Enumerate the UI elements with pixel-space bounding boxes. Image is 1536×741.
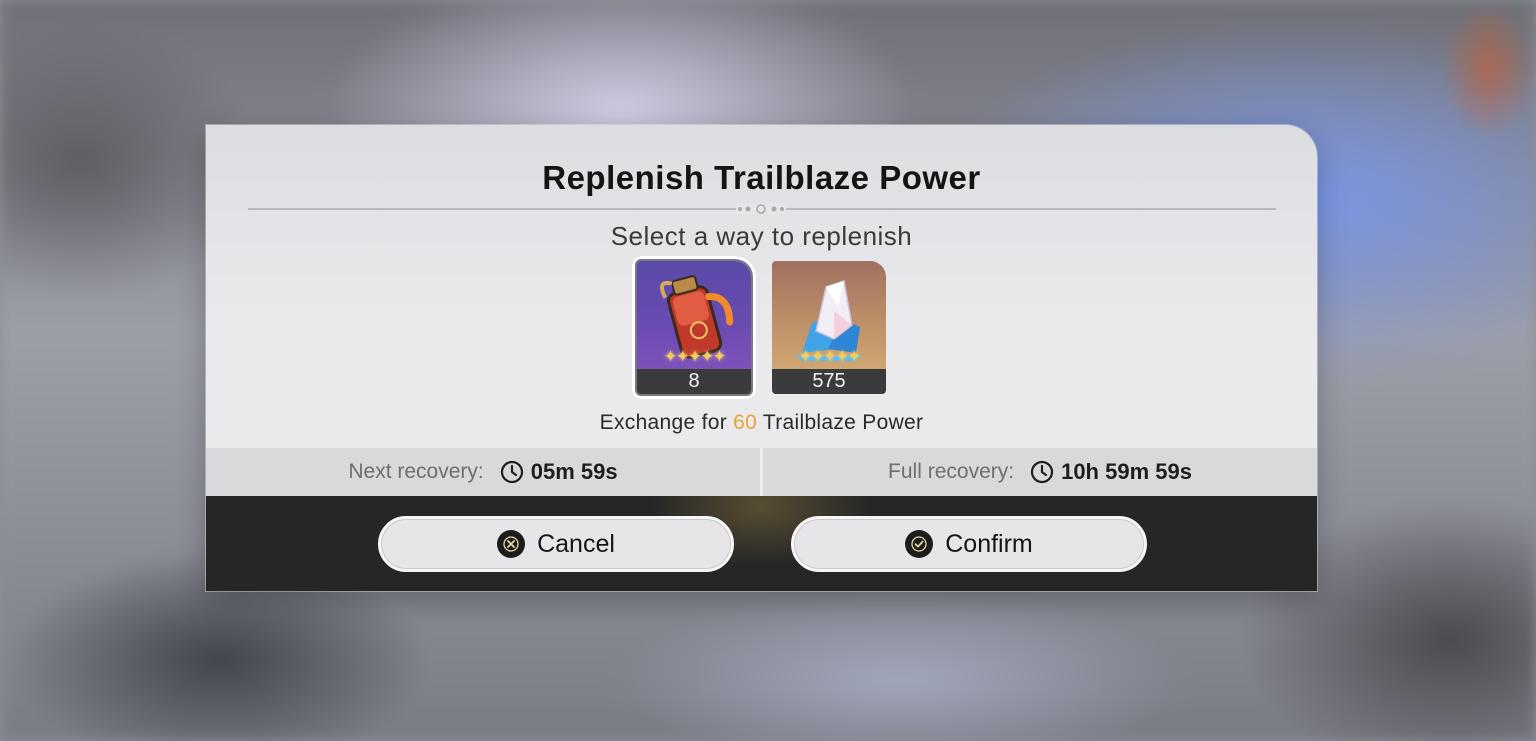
check-icon	[905, 530, 934, 558]
clock-icon	[500, 460, 523, 484]
confirm-label: Confirm	[945, 529, 1033, 558]
next-recovery: Next recovery: 05m 59s	[206, 448, 760, 496]
exchange-text: Exchange for 60 Trailblaze Power	[206, 411, 1317, 435]
exchange-amount: 60	[733, 411, 758, 434]
dialog-footer: Cancel Confirm	[206, 496, 1317, 591]
recovery-strip: Next recovery: 05m 59s Full recovery: 10…	[206, 448, 1317, 496]
item-fuel[interactable]: ✦✦✦✦✦ 8	[632, 256, 756, 399]
rarity-stars: ✦✦✦✦✦	[798, 347, 861, 366]
full-recovery-time: 10h 59m 59s	[1061, 459, 1192, 484]
item-stellar-jade[interactable]: ✦✦✦✦✦ 575	[772, 261, 886, 394]
exchange-suffix: Trailblaze Power	[762, 411, 924, 434]
item-count: 575	[772, 369, 886, 394]
rarity-stars: ✦✦✦✦✦	[663, 347, 726, 366]
clock-icon	[1030, 460, 1054, 484]
exchange-prefix: Exchange for	[599, 411, 728, 434]
next-recovery-time: 05m 59s	[530, 459, 618, 484]
full-recovery-label: Full recovery:	[888, 460, 1015, 483]
cancel-button[interactable]: Cancel	[378, 516, 734, 572]
dialog-subtitle: Select a way to replenish	[610, 221, 913, 251]
confirm-button[interactable]: Confirm	[791, 516, 1147, 572]
next-recovery-label: Next recovery:	[348, 460, 484, 483]
replenish-dialog: Replenish Trailblaze Power Select a way …	[206, 125, 1317, 591]
cancel-label: Cancel	[537, 529, 615, 558]
full-recovery: Full recovery: 10h 59m 59s	[760, 448, 1317, 496]
item-count: 8	[637, 369, 751, 394]
close-icon	[497, 530, 526, 558]
dialog-title: Replenish Trailblaze Power	[542, 159, 981, 196]
background-accent	[1440, 0, 1536, 140]
divider-ornament-icon	[736, 203, 786, 215]
